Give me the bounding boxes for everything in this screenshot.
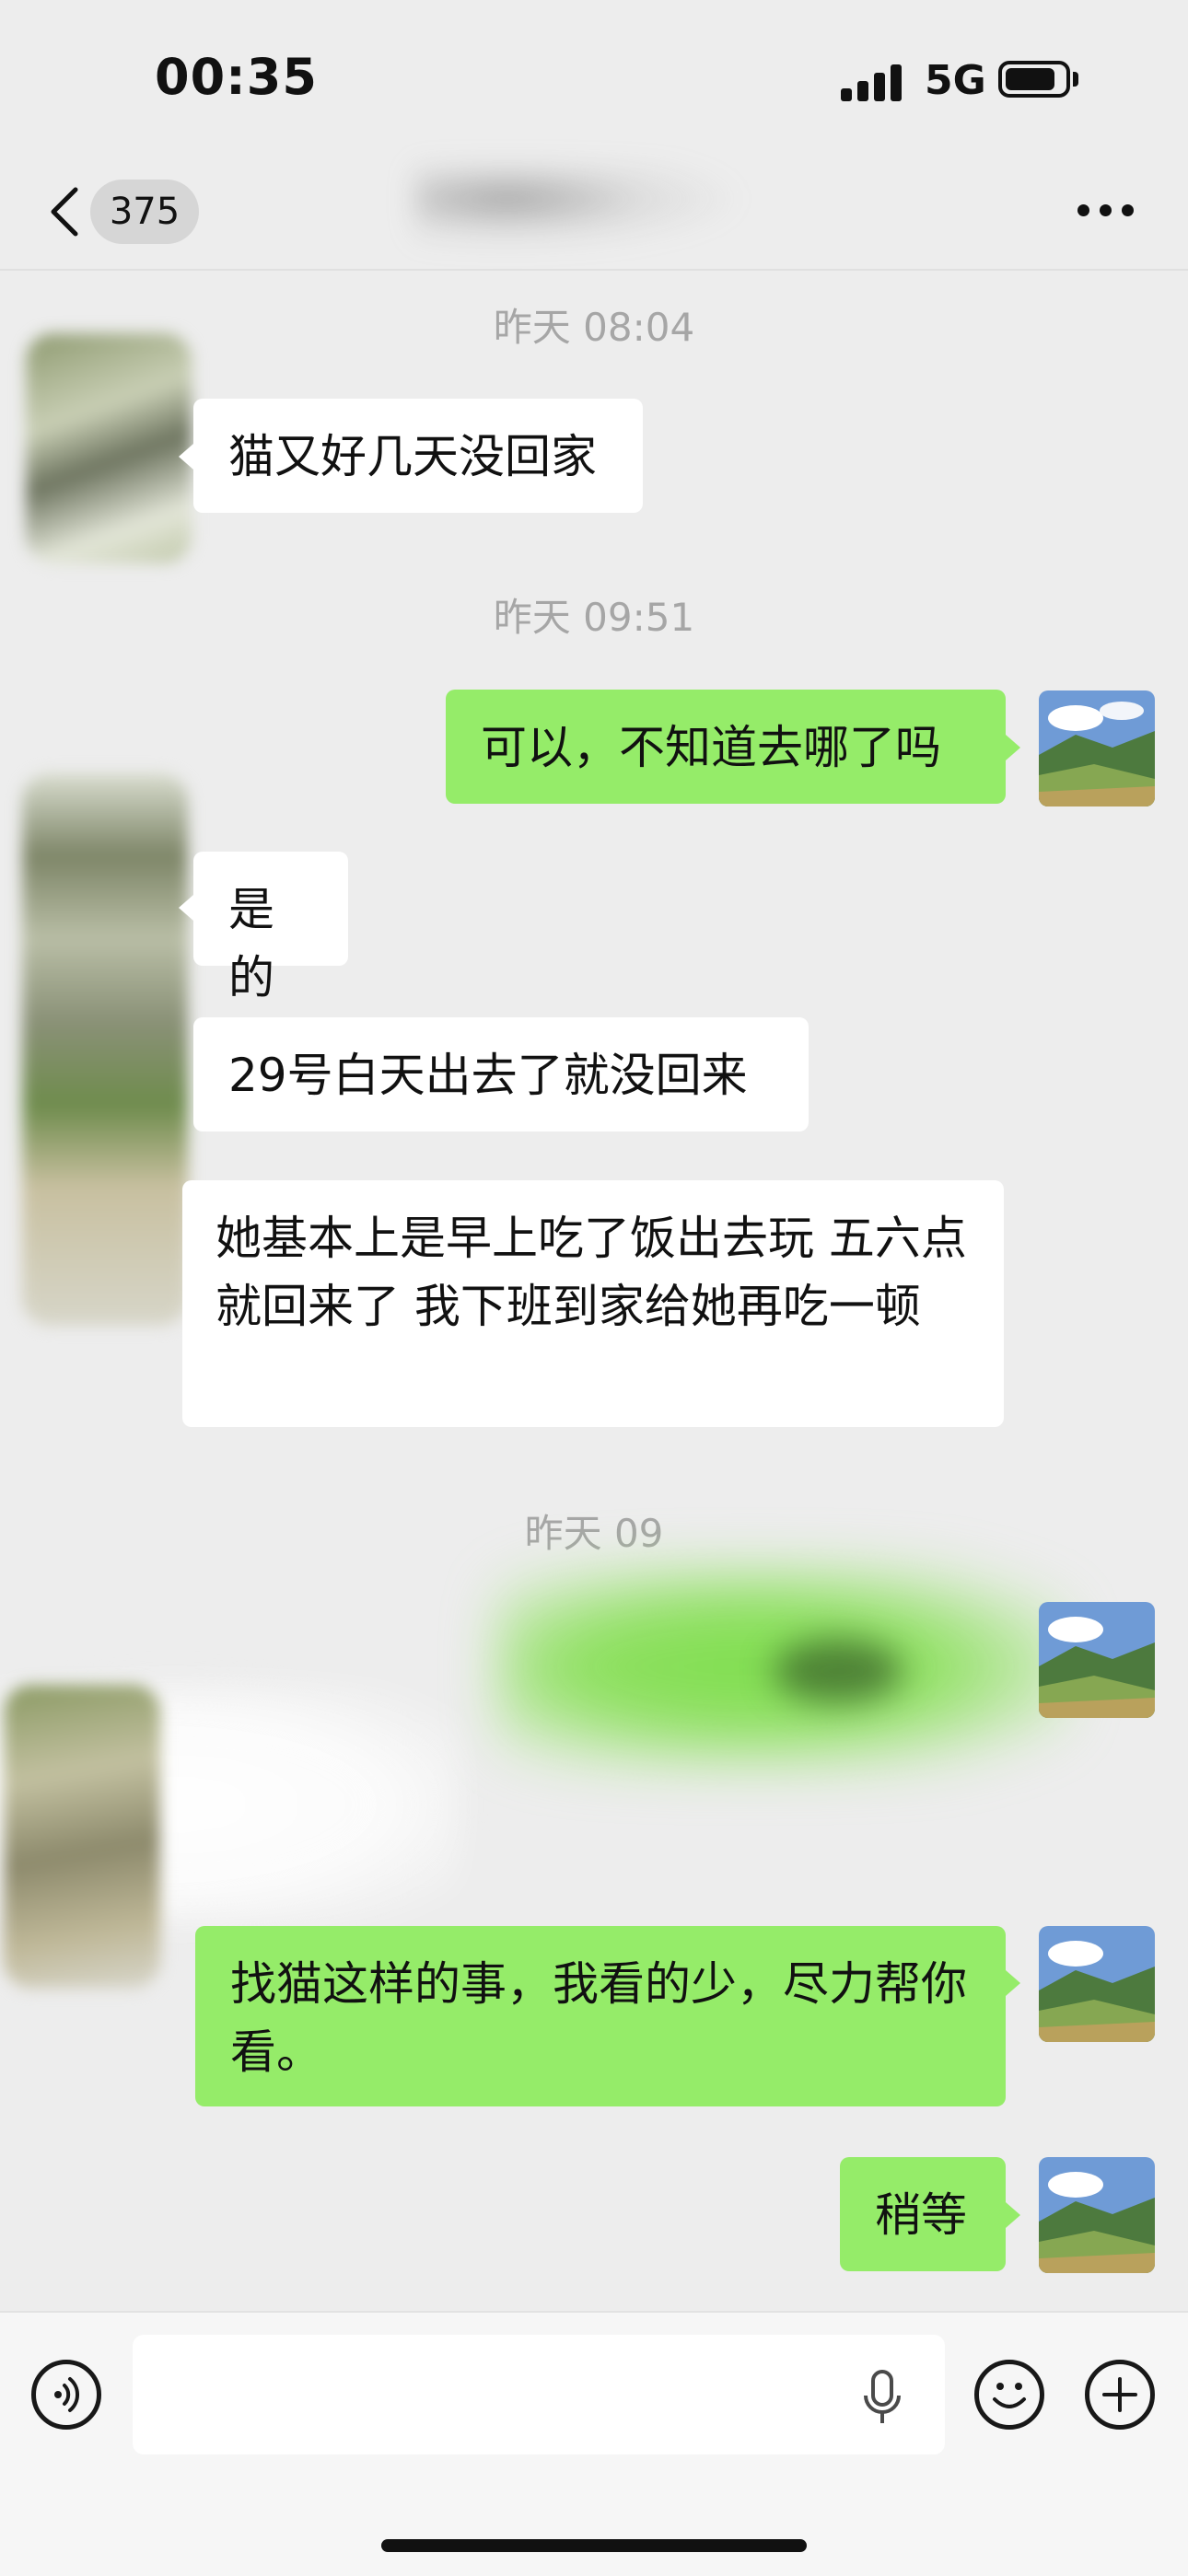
emoji-icon[interactable] xyxy=(974,2360,1044,2430)
battery-tip xyxy=(1073,72,1078,87)
contact-avatar[interactable] xyxy=(22,773,188,1326)
contact-avatar[interactable] xyxy=(26,333,192,563)
bubble-tail xyxy=(179,895,193,921)
outgoing-message[interactable]: 可以，不知道去哪了吗 xyxy=(446,690,1006,804)
my-avatar[interactable] xyxy=(1039,690,1155,806)
message-timestamp: 昨天 09:51 xyxy=(493,595,695,640)
bubble-tail xyxy=(1006,735,1020,760)
message-input[interactable] xyxy=(133,2335,945,2454)
outgoing-message[interactable]: 找猫这样的事，我看的少，尽力帮你看。 xyxy=(195,1926,1006,2106)
message-timestamp: 昨天 09 xyxy=(524,1511,664,1556)
incoming-message[interactable]: 29号白天出去了就没回来 xyxy=(193,1017,809,1131)
redaction-dark-spot xyxy=(774,1639,903,1703)
voice-icon[interactable] xyxy=(31,2360,101,2430)
bubble-tail xyxy=(1006,2202,1020,2228)
incoming-message[interactable]: 她基本上是早上吃了饭出去玩 五六点就回来了 我下班到家给她再吃一顿 xyxy=(182,1180,1004,1427)
status-time: 00:35 xyxy=(155,48,318,106)
home-indicator xyxy=(381,2539,807,2552)
bubble-tail xyxy=(179,444,193,470)
my-avatar[interactable] xyxy=(1039,2157,1155,2273)
my-avatar[interactable] xyxy=(1039,1926,1155,2042)
network-label: 5G xyxy=(925,57,986,104)
signal-icon xyxy=(841,63,903,101)
incoming-message[interactable]: 猫又好几天没回家 xyxy=(193,399,643,513)
plus-icon[interactable] xyxy=(1085,2360,1155,2430)
bubble-tail xyxy=(1006,1970,1020,1996)
my-avatar[interactable] xyxy=(1039,1602,1155,1718)
more-icon[interactable] xyxy=(1077,204,1135,217)
outgoing-message[interactable]: 稍等 xyxy=(840,2157,1006,2271)
unread-count-badge[interactable]: 375 xyxy=(90,180,199,244)
back-icon[interactable] xyxy=(44,184,90,239)
contact-avatar[interactable] xyxy=(4,1685,160,1989)
microphone-icon[interactable] xyxy=(862,2370,903,2427)
battery-icon xyxy=(998,61,1070,98)
chat-title-redacted xyxy=(414,166,746,249)
incoming-message[interactable]: 是的 xyxy=(193,852,348,1004)
